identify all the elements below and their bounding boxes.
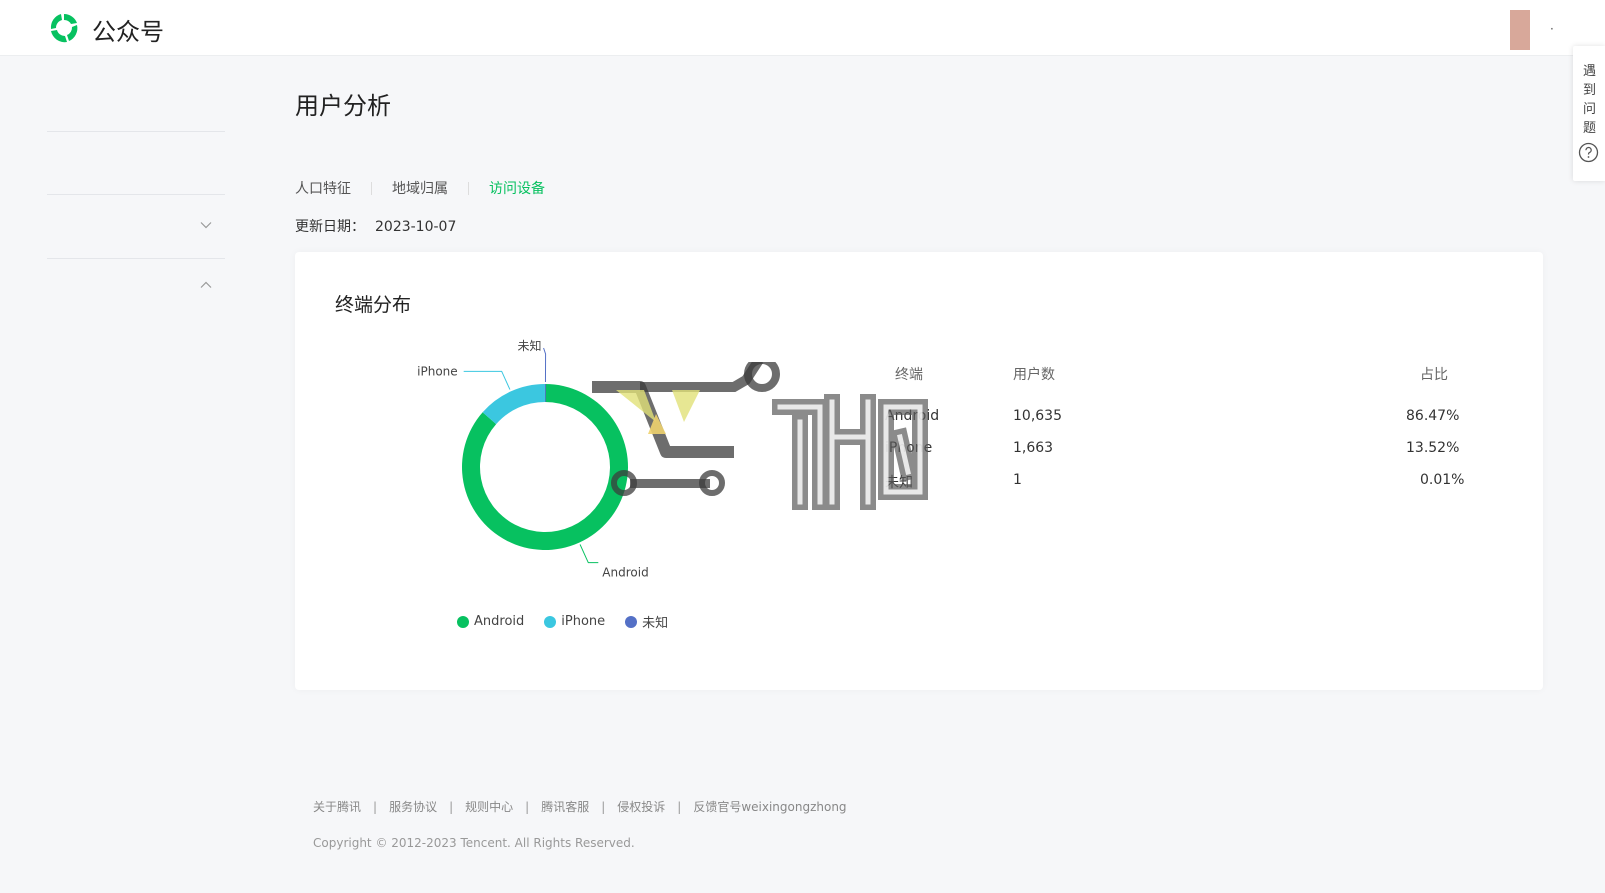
table-cell-users: 10,635 xyxy=(1013,408,1062,424)
question-icon[interactable] xyxy=(1578,142,1599,163)
table-header-terminal: 终端 xyxy=(895,367,923,383)
legend-item-iphone[interactable]: iPhone xyxy=(544,612,605,631)
analysis-tabs: 人口特征 地域归属 访问设备 xyxy=(295,178,545,198)
sidebar-divider xyxy=(47,258,225,259)
update-info: 更新日期： 2023-10-07 xyxy=(295,216,456,236)
top-bar: 公众号 · xyxy=(0,0,1605,56)
account-name[interactable]: · xyxy=(1550,22,1554,36)
footer-divider: | xyxy=(525,799,530,814)
table-cell-share: 0.01% xyxy=(1420,472,1465,488)
page-title: 用户分析 xyxy=(295,92,391,120)
table-cell-share: 13.52% xyxy=(1406,440,1460,456)
legend-label: iPhone xyxy=(561,614,606,629)
table-cell-terminal: Android xyxy=(885,408,940,424)
donut-slice-iphone[interactable] xyxy=(482,384,545,425)
legend-swatch xyxy=(544,615,557,628)
tab-region[interactable]: 地域归属 xyxy=(392,178,448,198)
leader-line xyxy=(579,544,599,564)
slice-label: iPhone xyxy=(417,364,458,378)
footer-link-service-agreement[interactable]: 服务协议 xyxy=(389,798,437,815)
footer-link-complaint[interactable]: 侵权投诉 xyxy=(617,798,665,815)
footer-link-support[interactable]: 腾讯客服 xyxy=(541,798,589,815)
leader-line xyxy=(463,370,511,390)
help-label[interactable]: 遇到问题 xyxy=(1583,62,1597,138)
legend-swatch xyxy=(457,615,469,628)
table-cell-users: 1 xyxy=(1013,472,1022,488)
wechat-official-account-logo-icon[interactable] xyxy=(47,11,81,45)
table-header-users: 用户数 xyxy=(1013,367,1055,383)
footer-divider: | xyxy=(601,799,606,814)
sidebar-divider xyxy=(47,131,225,132)
update-date: 2023-10-07 xyxy=(375,219,457,235)
terminal-distribution-card: 终端分布 Android iPhone 未知 Android iPhone 未知 终端 … xyxy=(295,252,1543,690)
chevron-down-icon[interactable] xyxy=(199,218,213,232)
footer-link-rules[interactable]: 规则中心 xyxy=(465,798,513,815)
legend-label: 未知 xyxy=(642,616,669,631)
footer-links: 关于腾讯 | 服务协议 | 规则中心 | 腾讯客服 | 侵权投诉 | 反馈官号w… xyxy=(313,798,847,815)
slice-label: Android xyxy=(602,566,648,580)
chevron-up-icon[interactable] xyxy=(199,278,213,292)
leader-line xyxy=(543,347,547,383)
table-cell-terminal: 未知 xyxy=(885,475,913,491)
tab-demographics[interactable]: 人口特征 xyxy=(295,178,351,198)
app-title[interactable]: 公众号 xyxy=(92,12,164,47)
legend-label: Android xyxy=(474,614,525,629)
table-cell-share: 86.47% xyxy=(1406,408,1460,424)
footer-link-feedback[interactable]: 反馈官号weixingongzhong xyxy=(693,798,846,815)
footer-divider: | xyxy=(373,799,378,814)
legend-item-android[interactable]: Android xyxy=(457,612,524,631)
slice-label: 未知 xyxy=(518,339,542,353)
table-cell-terminal: iPhone xyxy=(885,440,933,456)
tab-divider xyxy=(371,181,372,195)
table-header-share: 占比 xyxy=(1420,367,1448,383)
tab-divider xyxy=(468,181,469,195)
help-panel[interactable]: 遇到问题 xyxy=(1573,46,1605,181)
terminal-table: 终端 用户数 占比 Android 10,635 86.47% iPhone 1… xyxy=(885,252,1495,690)
copyright: Copyright © 2012-2023 Tencent. All Right… xyxy=(313,836,635,850)
footer-divider: | xyxy=(449,799,454,814)
table-cell-users: 1,663 xyxy=(1013,440,1054,456)
legend-item-未知[interactable]: 未知 xyxy=(625,612,668,631)
update-label: 更新日期： xyxy=(295,219,365,235)
avatar[interactable] xyxy=(1510,10,1530,50)
chart-legend: Android iPhone 未知 xyxy=(457,612,688,631)
tab-device[interactable]: 访问设备 xyxy=(489,178,545,198)
footer-link-about[interactable]: 关于腾讯 xyxy=(313,798,361,815)
footer-divider: | xyxy=(677,799,682,814)
sidebar-divider xyxy=(47,194,225,195)
legend-swatch xyxy=(625,615,638,628)
